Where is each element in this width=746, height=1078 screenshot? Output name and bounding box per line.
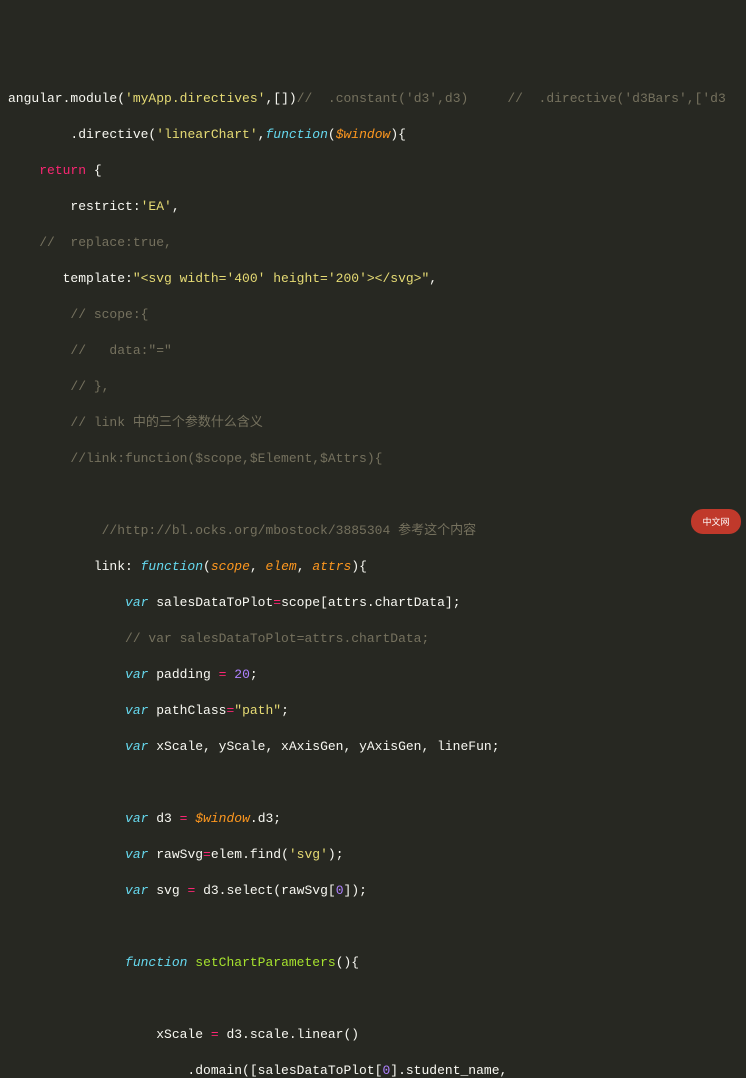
code-line: .domain([salesDataToPlot[0].student_name… bbox=[8, 1062, 738, 1078]
code-line bbox=[8, 774, 738, 792]
code-line: angular.module('myApp.directives',[])// … bbox=[8, 90, 738, 108]
code-line bbox=[8, 918, 738, 936]
code-line: .directive('linearChart',function($windo… bbox=[8, 126, 738, 144]
watermark-logo: 中文网 bbox=[691, 509, 741, 534]
code-line: // var salesDataToPlot=attrs.chartData; bbox=[8, 630, 738, 648]
code-line: var padding = 20; bbox=[8, 666, 738, 684]
code-line: // }, bbox=[8, 378, 738, 396]
code-line: function setChartParameters(){ bbox=[8, 954, 738, 972]
code-line bbox=[8, 990, 738, 1008]
code-line: //link:function($scope,$Element,$Attrs){ bbox=[8, 450, 738, 468]
code-line: var salesDataToPlot=scope[attrs.chartDat… bbox=[8, 594, 738, 612]
code-line: template:"<svg width='400' height='200'>… bbox=[8, 270, 738, 288]
code-line: var svg = d3.select(rawSvg[0]); bbox=[8, 882, 738, 900]
code-line: restrict:'EA', bbox=[8, 198, 738, 216]
code-line: var d3 = $window.d3; bbox=[8, 810, 738, 828]
code-line: // data:"=" bbox=[8, 342, 738, 360]
code-line: xScale = d3.scale.linear() bbox=[8, 1026, 738, 1044]
code-line: link: function(scope, elem, attrs){ bbox=[8, 558, 738, 576]
code-line: //http://bl.ocks.org/mbostock/3885304 参考… bbox=[8, 522, 738, 540]
code-line: // replace:true, bbox=[8, 234, 738, 252]
code-line: // link 中的三个参数什么含义 bbox=[8, 414, 738, 432]
code-line: // scope:{ bbox=[8, 306, 738, 324]
code-line: var xScale, yScale, xAxisGen, yAxisGen, … bbox=[8, 738, 738, 756]
code-line bbox=[8, 486, 738, 504]
code-line: return { bbox=[8, 162, 738, 180]
code-line: var pathClass="path"; bbox=[8, 702, 738, 720]
code-editor[interactable]: angular.module('myApp.directives',[])// … bbox=[0, 72, 746, 1078]
code-line: var rawSvg=elem.find('svg'); bbox=[8, 846, 738, 864]
